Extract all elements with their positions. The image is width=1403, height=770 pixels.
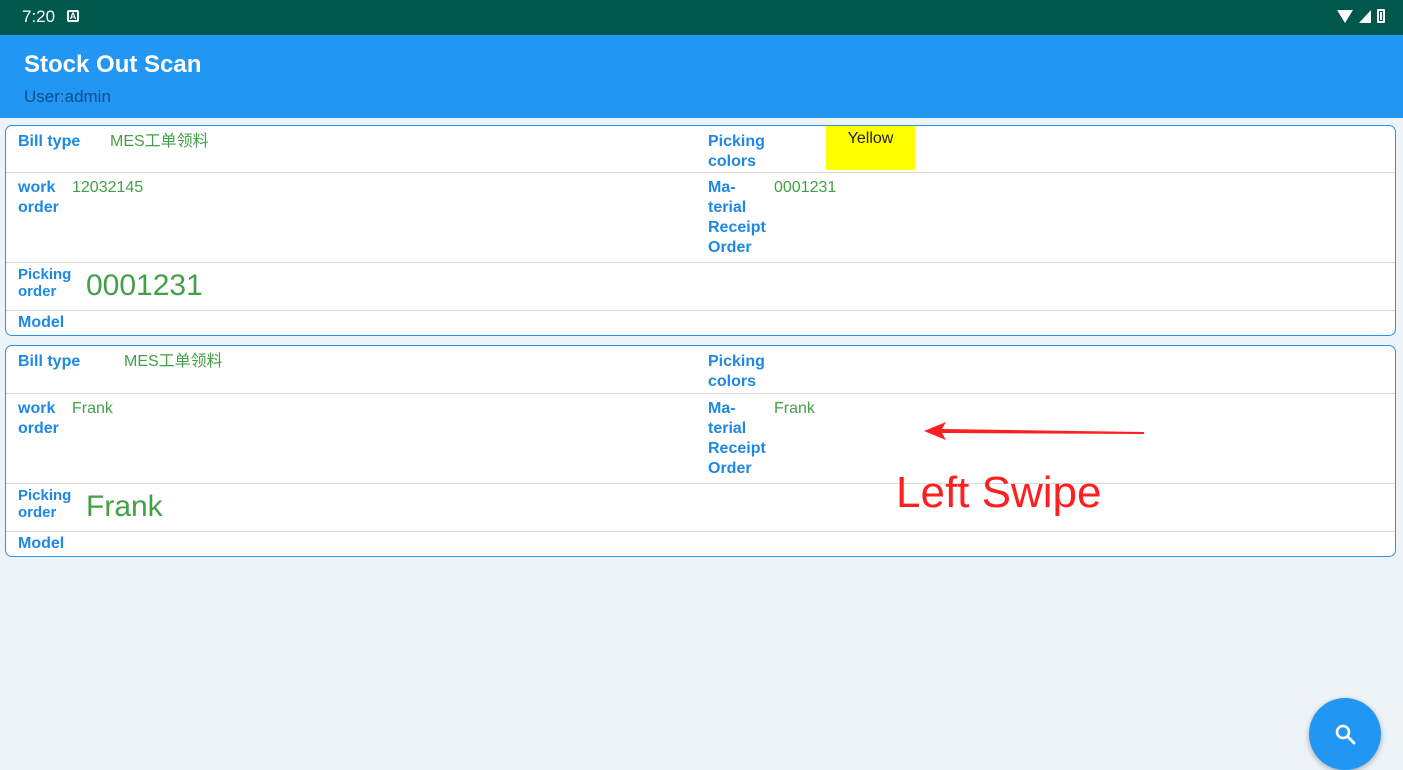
card-row-model: Model <box>6 310 1395 335</box>
status-bar: 7:20 A <box>0 0 1403 35</box>
a-box-icon: A <box>67 10 79 22</box>
stock-out-card[interactable]: Bill type MES工单领料 Picking colors Yellow w… <box>5 125 1396 336</box>
search-button[interactable] <box>1309 698 1381 770</box>
picking-colors-label: Picking colors <box>708 133 765 170</box>
wifi-icon <box>1337 9 1353 23</box>
status-time: 7:20 <box>22 7 56 26</box>
stock-out-card[interactable]: Bill type MES工单领料 Picking colors work orde… <box>5 345 1396 557</box>
card-row-bill-type: Bill type MES工单领料 Picking colors Yellow <box>6 126 1395 173</box>
left-swipe-annotation: Left Swipe <box>896 468 1102 517</box>
work-order-label: work order <box>18 179 59 216</box>
material-receipt-order-label: Ma-terial Receipt Order <box>708 400 766 477</box>
bill-type-label: Bill type <box>18 353 81 370</box>
battery-icon <box>1377 9 1385 23</box>
search-icon <box>1335 724 1356 745</box>
picking-order-label: Picking order <box>18 266 72 300</box>
page-title: Stock Out Scan <box>24 51 202 78</box>
material-receipt-order-value: Frank <box>774 400 815 417</box>
work-order-value: Frank <box>72 400 113 417</box>
material-receipt-order-label: Ma-terial Receipt Order <box>708 179 766 256</box>
model-label: Model <box>18 314 65 331</box>
picking-colors-label: Picking colors <box>708 353 765 390</box>
picking-color-box: Yellow <box>826 126 915 170</box>
card-row-picking-order: Picking order Frank <box>6 483 1395 532</box>
card-row-work-order: work order 12032145 Ma-terial Receipt Orde… <box>6 172 1395 263</box>
left-arrow-icon <box>924 422 1144 440</box>
work-order-value: 12032145 <box>72 179 144 196</box>
model-label: Model <box>18 535 65 552</box>
card-row-bill-type: Bill type MES工单领料 Picking colors <box>6 346 1395 394</box>
bill-type-value: MES工单领料 <box>110 133 209 150</box>
status-icons <box>1337 9 1385 23</box>
card-row-work-order: work order Frank Ma-terial Receipt Order F… <box>6 393 1395 484</box>
picking-order-value: 0001231 <box>86 269 203 302</box>
user-subtitle: User:admin <box>24 87 111 106</box>
bill-type-label: Bill type <box>18 133 81 150</box>
work-order-label: work order <box>18 400 59 437</box>
card-row-model: Model <box>6 531 1395 556</box>
picking-order-label: Picking order <box>18 487 72 521</box>
material-receipt-order-value: 0001231 <box>774 179 837 196</box>
picking-order-value: Frank <box>86 490 163 523</box>
app-bar: Stock Out Scan User:admin <box>0 35 1403 118</box>
signal-icon <box>1359 9 1371 23</box>
card-row-picking-order: Picking order 0001231 <box>6 262 1395 311</box>
bill-type-value: MES工单领料 <box>124 353 223 370</box>
